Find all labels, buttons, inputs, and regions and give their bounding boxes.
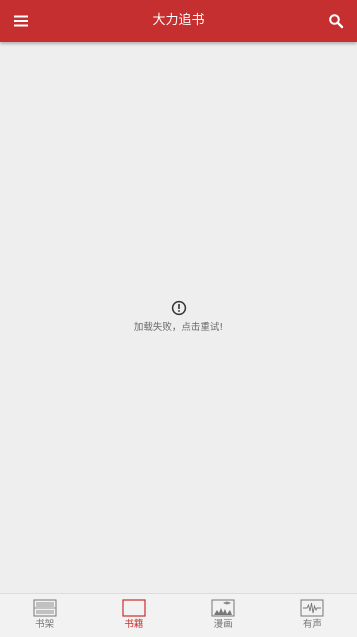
- nav-item-audio[interactable]: 有声: [268, 594, 357, 637]
- nav-item-books[interactable]: 书籍: [89, 594, 178, 637]
- nav-label-bookshelf: 书架: [35, 619, 55, 630]
- alert-circle-icon: [171, 300, 186, 316]
- hamburger-menu-icon: [14, 15, 28, 27]
- books-icon: [122, 599, 146, 617]
- menu-button[interactable]: [7, 7, 35, 35]
- nav-item-bookshelf[interactable]: 书架: [0, 594, 89, 637]
- nav-item-comic[interactable]: 漫画: [179, 594, 268, 637]
- bottom-navigation: 书架 书籍 漫画 有声: [0, 593, 357, 637]
- search-button[interactable]: [322, 7, 350, 35]
- search-icon: [329, 14, 344, 29]
- audio-wave-icon: [300, 599, 324, 617]
- retry-error-block[interactable]: 加载失败，点击重试!: [0, 300, 357, 333]
- nav-label-audio: 有声: [302, 619, 322, 630]
- nav-label-comic: 漫画: [213, 619, 233, 630]
- comic-icon: [211, 599, 235, 617]
- bookshelf-icon: [33, 599, 57, 617]
- nav-label-books: 书籍: [124, 619, 144, 630]
- error-message: 加载失败，点击重试!: [133, 322, 224, 333]
- app-bar: 大力追书: [0, 0, 357, 42]
- main-content: 加载失败，点击重试!: [0, 42, 357, 593]
- app-title: 大力追书: [152, 13, 205, 28]
